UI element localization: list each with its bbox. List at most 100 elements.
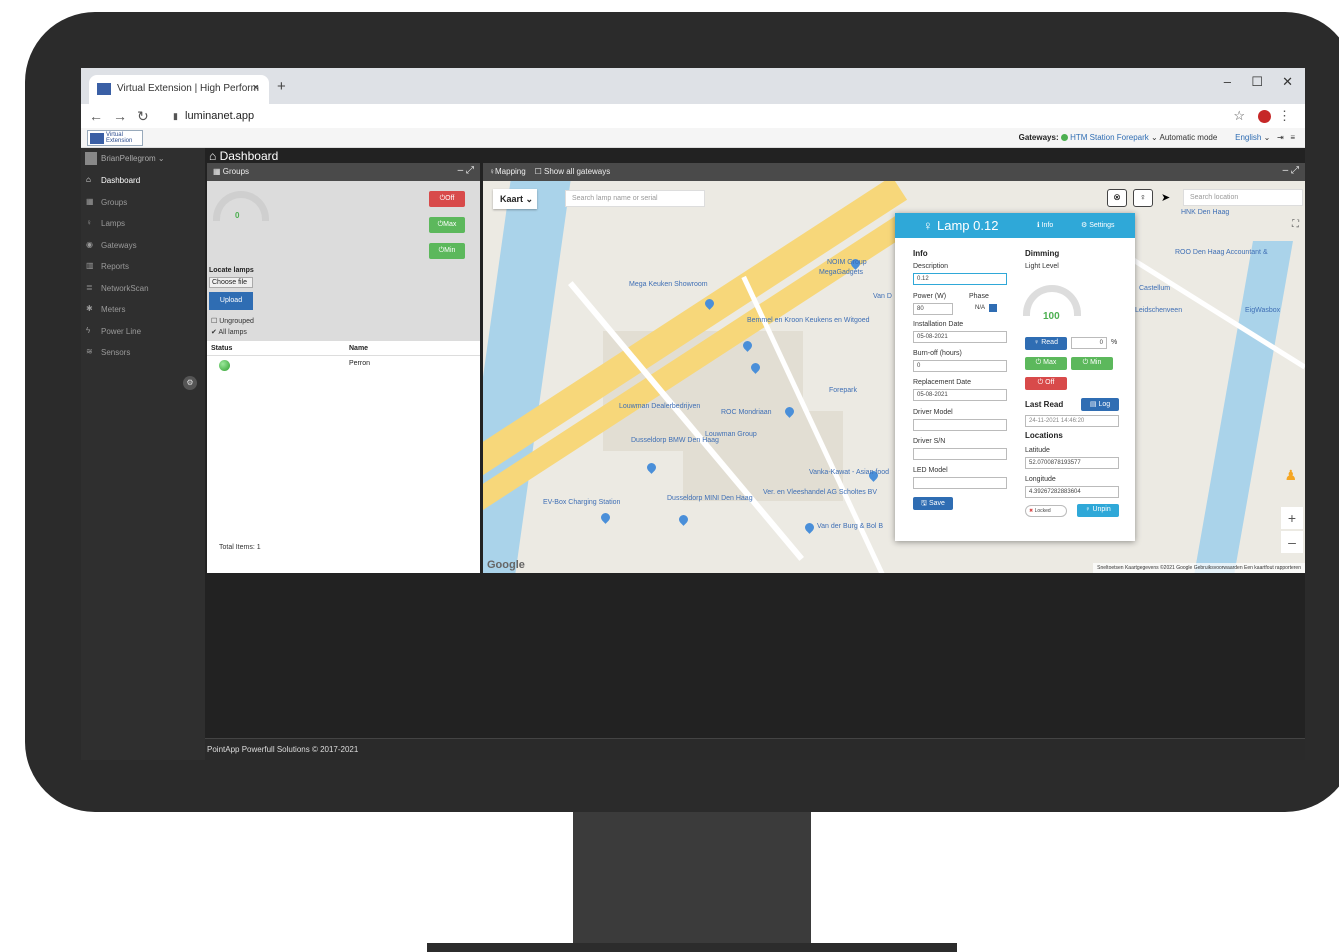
sidebar-item-dashboard[interactable]: ⌂ Dashboard	[81, 170, 205, 192]
driver-model-label: Driver Model	[913, 409, 953, 416]
group-max-button[interactable]: ⏻Max	[429, 217, 465, 233]
all-lamps-option[interactable]: ✔ All lamps	[211, 328, 247, 336]
avatar	[85, 152, 97, 165]
locked-badge[interactable]: ✖ Locked	[1025, 505, 1067, 517]
sidebar-user[interactable]: BrianPellegrom ⌄	[81, 148, 205, 170]
power-input[interactable]: 80	[913, 303, 953, 315]
save-button[interactable]: 🖫 Save	[913, 497, 953, 510]
read-button[interactable]: ♀ Read	[1025, 337, 1067, 350]
app-logo[interactable]: Virtual Extension	[87, 130, 143, 146]
panel-controls-icon[interactable]: – ⤢	[1283, 165, 1299, 176]
logout-icon[interactable]: ⇥	[1277, 133, 1284, 142]
map-pin-icon[interactable]	[803, 521, 816, 534]
minimize-button[interactable]: –	[1224, 74, 1231, 89]
table-row[interactable]: Perron	[207, 356, 480, 373]
bookmark-star-icon[interactable]: ☆	[1233, 108, 1245, 124]
group-min-button[interactable]: ⏻Min	[429, 243, 465, 259]
panel-controls-icon[interactable]: – ⤢	[458, 165, 474, 176]
map-pin-icon[interactable]	[599, 511, 612, 524]
zoom-out-button[interactable]: –	[1281, 531, 1303, 553]
poi-label: MegaGadgets	[819, 269, 863, 276]
tab-info[interactable]: ℹ Info	[1037, 221, 1053, 229]
back-icon[interactable]: ←	[89, 108, 103, 124]
gateway-select[interactable]: HTM Station Forepark	[1070, 133, 1149, 142]
reload-icon[interactable]: ↻	[137, 108, 149, 125]
read-percent-input[interactable]: 0	[1071, 337, 1107, 349]
map-pin-icon[interactable]	[645, 461, 658, 474]
new-tab-button[interactable]: +	[277, 78, 286, 95]
log-button[interactable]: ▤ Log	[1081, 398, 1119, 411]
lamp-popup: ♀ Lamp 0.12 ℹ Info ⚙ Settings Info Descr…	[895, 213, 1135, 541]
percent-label: %	[1111, 339, 1118, 346]
map-type-select[interactable]: Kaart ⌄	[493, 189, 537, 209]
menu-icon[interactable]: ≡	[1290, 133, 1295, 142]
latitude-input[interactable]: 52.0700878193577	[1025, 457, 1119, 469]
groups-panel: ▦ Groups – ⤢ 0 ⏻Off ⏻Max ⏻Min Locate lam…	[207, 163, 480, 573]
latitude-label: Latitude	[1025, 447, 1050, 454]
driver-sn-input[interactable]	[913, 448, 1007, 460]
burnoff-input[interactable]: 0	[913, 360, 1007, 372]
replace-input[interactable]: 05-08-2021	[913, 389, 1007, 401]
sidebar-item-sensors[interactable]: ≋ Sensors	[81, 342, 205, 364]
fullscreen-icon[interactable]: ⛶	[1292, 219, 1299, 230]
address-bar: ← → ↻ luminanet.app ▮ ☆ ⋮	[81, 104, 1305, 128]
phase-label: Phase	[969, 293, 989, 300]
description-input[interactable]: 0.12	[913, 273, 1007, 285]
zoom-in-button[interactable]: +	[1281, 507, 1303, 529]
lamp-search-input[interactable]: Search lamp name or serial	[565, 190, 705, 207]
map-water	[1193, 241, 1293, 573]
meters-icon: ✱	[86, 304, 93, 313]
location-search-input[interactable]: Search location	[1183, 189, 1303, 206]
lamp-icon: ♀	[923, 218, 933, 233]
phase-info-icon[interactable]	[989, 304, 997, 312]
locate-me-icon[interactable]: ➤	[1161, 191, 1170, 204]
lamp-min-button[interactable]: ⏻ Min	[1071, 357, 1113, 370]
col-status: Status	[211, 345, 233, 352]
lamp-off-button[interactable]: ⏻ Off	[1025, 377, 1067, 390]
sidebar-item-reports[interactable]: ▥ Reports	[81, 256, 205, 278]
street-view-icon[interactable]: ♟	[1284, 467, 1297, 484]
url-field[interactable]: luminanet.app	[185, 110, 254, 122]
show-all-checkbox[interactable]: ☐	[535, 167, 544, 176]
upload-button[interactable]: Upload	[209, 292, 253, 310]
browser-tab[interactable]: Virtual Extension | High Perform ×	[89, 75, 269, 104]
last-read-heading: Last Read	[1025, 400, 1064, 409]
groups-panel-title: Groups	[222, 167, 250, 176]
sidebar-item-networkscan[interactable]: ≣ NetworkScan	[81, 278, 205, 300]
sidebar-settings-icon[interactable]: ⚙	[183, 376, 197, 390]
group-gauge-value: 0	[235, 211, 240, 220]
longitude-input[interactable]: 4.39267282883604	[1025, 486, 1119, 498]
sidebar-item-meters[interactable]: ✱ Meters	[81, 299, 205, 321]
driver-model-input[interactable]	[913, 419, 1007, 431]
extension-icon[interactable]	[1258, 110, 1271, 123]
poi-label: NOIM Group	[827, 259, 867, 266]
close-window-button[interactable]: ✕	[1282, 74, 1293, 90]
sidebar-item-label: Lamps	[101, 219, 126, 228]
lamp-pin-toggle-icon[interactable]: ♀	[1133, 189, 1153, 207]
forward-icon[interactable]: →	[113, 108, 127, 124]
choose-file-button[interactable]: Choose file	[209, 277, 253, 288]
map-attribution[interactable]: Sneltoetsen Kaartgegevens ©2021 Google G…	[1093, 563, 1305, 573]
map-view[interactable]: Mega Keuken Showroom Bemmel en Kroon Keu…	[483, 181, 1305, 573]
unpin-button[interactable]: ♀ Unpin	[1077, 504, 1119, 517]
tab-settings[interactable]: ⚙ Settings	[1081, 221, 1115, 229]
cluster-toggle-icon[interactable]: ⊗	[1107, 189, 1127, 207]
page-title-text: Dashboard	[219, 149, 279, 163]
sidebar-item-groups[interactable]: ▦ Groups	[81, 192, 205, 214]
browser-menu-icon[interactable]: ⋮	[1278, 108, 1291, 124]
sidebar-item-power-line[interactable]: ϟ Power Line	[81, 321, 205, 343]
map-pin-icon[interactable]	[677, 513, 690, 526]
mapping-panel-header: ♀Mapping ☐ Show all gateways – ⤢	[483, 163, 1305, 181]
sidebar-item-gateways[interactable]: ◉ Gateways	[81, 235, 205, 257]
led-model-input[interactable]	[913, 477, 1007, 489]
replace-label: Replacement Date	[913, 379, 971, 386]
ungrouped-option[interactable]: ☐ Ungrouped	[211, 317, 254, 325]
sidebar-item-label: Dashboard	[101, 176, 141, 185]
sidebar-item-lamps[interactable]: ♀ Lamps	[81, 213, 205, 235]
lamp-max-button[interactable]: ⏻ Max	[1025, 357, 1067, 370]
close-tab-icon[interactable]: ×	[253, 82, 259, 94]
group-off-button[interactable]: ⏻Off	[429, 191, 465, 207]
install-input[interactable]: 05-08-2021	[913, 331, 1007, 343]
language-select[interactable]: English	[1235, 133, 1261, 142]
maximize-button[interactable]: ☐	[1251, 74, 1263, 90]
